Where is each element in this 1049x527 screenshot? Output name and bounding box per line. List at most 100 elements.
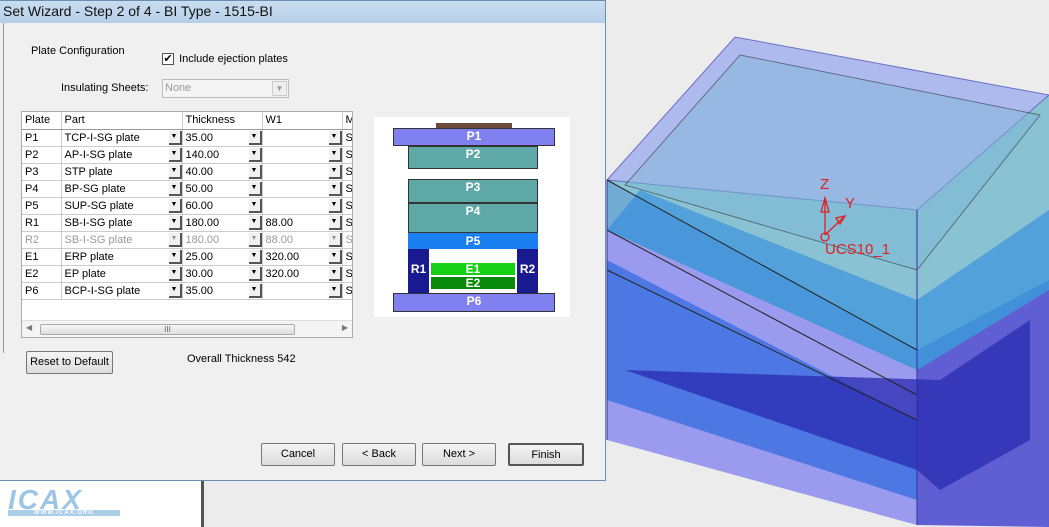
- thickness-cell[interactable]: 35.00 ▼: [182, 282, 263, 300]
- dropdown-arrow-icon[interactable]: ▼: [168, 147, 181, 162]
- dropdown-arrow-icon[interactable]: ▼: [168, 215, 181, 230]
- next-button[interactable]: Next >: [422, 443, 496, 466]
- m-cell[interactable]: S5: [342, 282, 352, 300]
- reset-to-default-button[interactable]: Reset to Default: [26, 351, 113, 374]
- m-cell[interactable]: S5: [342, 248, 352, 266]
- dropdown-arrow-icon[interactable]: ▼: [248, 266, 261, 281]
- thickness-cell[interactable]: 180.00 ▼: [182, 231, 263, 249]
- table-row[interactable]: E1 ERP plate ▼ 25.00 ▼ 320.00 ▼ S5: [22, 248, 352, 266]
- table-row[interactable]: P3 STP plate ▼ 40.00 ▼ ▼ S5: [22, 163, 352, 181]
- dropdown-arrow-icon[interactable]: ▼: [248, 130, 261, 145]
- dropdown-arrow-icon[interactable]: ▼: [168, 130, 181, 145]
- part-cell[interactable]: STP plate ▼: [61, 163, 183, 181]
- table-row[interactable]: R1 SB-I-SG plate ▼ 180.00 ▼ 88.00 ▼ S5: [22, 214, 352, 232]
- m-cell[interactable]: S5: [342, 163, 352, 181]
- w1-cell[interactable]: 88.00 ▼: [262, 231, 343, 249]
- table-row[interactable]: E2 EP plate ▼ 30.00 ▼ 320.00 ▼ S5: [22, 265, 352, 283]
- part-cell[interactable]: BP-SG plate ▼: [61, 180, 183, 198]
- w1-cell[interactable]: ▼: [262, 163, 343, 181]
- thickness-cell[interactable]: 25.00 ▼: [182, 248, 263, 266]
- part-cell[interactable]: SB-I-SG plate ▼: [61, 231, 183, 249]
- table-row[interactable]: P6 BCP-I-SG plate ▼ 35.00 ▼ ▼ S5: [22, 282, 352, 300]
- cancel-button[interactable]: Cancel: [261, 443, 335, 466]
- horizontal-scrollbar[interactable]: ◀ III ▶: [22, 320, 352, 337]
- dropdown-arrow-icon[interactable]: ▼: [248, 164, 261, 179]
- dropdown-arrow-icon[interactable]: ▼: [168, 232, 181, 247]
- dropdown-arrow-icon[interactable]: ▼: [328, 215, 341, 230]
- part-cell-value: AP-I-SG plate: [64, 148, 133, 161]
- dropdown-arrow-icon[interactable]: ▼: [248, 283, 261, 298]
- part-cell[interactable]: BCP-I-SG plate ▼: [61, 282, 183, 300]
- dropdown-arrow-icon[interactable]: ▼: [168, 181, 181, 196]
- thickness-cell[interactable]: 50.00 ▼: [182, 180, 263, 198]
- part-cell[interactable]: AP-I-SG plate ▼: [61, 146, 183, 164]
- part-cell[interactable]: SUP-SG plate ▼: [61, 197, 183, 215]
- include-ejection-checkbox[interactable]: ✔ Include ejection plates: [162, 53, 288, 66]
- dropdown-arrow-icon[interactable]: ▼: [248, 232, 261, 247]
- w1-cell[interactable]: ▼: [262, 180, 343, 198]
- dropdown-arrow-icon[interactable]: ▼: [248, 198, 261, 213]
- dropdown-arrow-icon[interactable]: ▼: [328, 130, 341, 145]
- m-cell[interactable]: S5: [342, 231, 352, 249]
- col-header-m[interactable]: M: [342, 112, 352, 130]
- w1-cell[interactable]: 320.00 ▼: [262, 248, 343, 266]
- m-cell[interactable]: S5: [342, 180, 352, 198]
- thickness-cell[interactable]: 180.00 ▼: [182, 214, 263, 232]
- col-header-part[interactable]: Part: [61, 112, 183, 130]
- thickness-cell-value: 60.00: [185, 199, 214, 212]
- dropdown-arrow-icon[interactable]: ▼: [168, 198, 181, 213]
- back-button[interactable]: < Back: [342, 443, 416, 466]
- thickness-cell[interactable]: 35.00 ▼: [182, 129, 263, 147]
- w1-cell[interactable]: ▼: [262, 282, 343, 300]
- dropdown-arrow-icon[interactable]: ▼: [328, 164, 341, 179]
- insulating-sheets-select[interactable]: None ▼: [162, 79, 289, 98]
- thickness-cell[interactable]: 40.00 ▼: [182, 163, 263, 181]
- dropdown-arrow-icon[interactable]: ▼: [248, 147, 261, 162]
- plate-cell: P2: [22, 146, 62, 164]
- thickness-cell[interactable]: 140.00 ▼: [182, 146, 263, 164]
- m-cell[interactable]: S5: [342, 146, 352, 164]
- dropdown-arrow-icon[interactable]: ▼: [328, 198, 341, 213]
- table-row[interactable]: P1 TCP-I-SG plate ▼ 35.00 ▼ ▼ S5: [22, 129, 352, 147]
- dropdown-arrow-icon[interactable]: ▼: [328, 181, 341, 196]
- part-cell[interactable]: SB-I-SG plate ▼: [61, 214, 183, 232]
- dropdown-arrow-icon[interactable]: ▼: [328, 249, 341, 264]
- w1-cell[interactable]: 320.00 ▼: [262, 265, 343, 283]
- table-row[interactable]: P2 AP-I-SG plate ▼ 140.00 ▼ ▼ S5: [22, 146, 352, 164]
- w1-cell[interactable]: ▼: [262, 146, 343, 164]
- dropdown-arrow-icon[interactable]: ▼: [168, 249, 181, 264]
- col-header-thickness[interactable]: Thickness: [182, 112, 263, 130]
- dropdown-arrow-icon[interactable]: ▼: [168, 266, 181, 281]
- dropdown-arrow-icon[interactable]: ▼: [248, 249, 261, 264]
- dropdown-arrow-icon[interactable]: ▼: [328, 283, 341, 298]
- thickness-cell[interactable]: 60.00 ▼: [182, 197, 263, 215]
- table-row[interactable]: P4 BP-SG plate ▼ 50.00 ▼ ▼ S5: [22, 180, 352, 198]
- col-header-plate[interactable]: Plate: [22, 112, 62, 130]
- part-cell[interactable]: EP plate ▼: [61, 265, 183, 283]
- dropdown-arrow-icon[interactable]: ▼: [328, 147, 341, 162]
- m-cell[interactable]: S5: [342, 129, 352, 147]
- dropdown-arrow-icon[interactable]: ▼: [328, 266, 341, 281]
- scroll-right-icon[interactable]: ▶: [342, 323, 348, 332]
- dropdown-arrow-icon[interactable]: ▼: [328, 232, 341, 247]
- table-row[interactable]: P5 SUP-SG plate ▼ 60.00 ▼ ▼ S5: [22, 197, 352, 215]
- table-row[interactable]: R2 SB-I-SG plate ▼ 180.00 ▼ 88.00 ▼ S5: [22, 231, 352, 249]
- dropdown-arrow-icon[interactable]: ▼: [248, 215, 261, 230]
- thickness-cell[interactable]: 30.00 ▼: [182, 265, 263, 283]
- col-header-w1[interactable]: W1: [262, 112, 343, 130]
- part-cell[interactable]: ERP plate ▼: [61, 248, 183, 266]
- scroll-left-icon[interactable]: ◀: [26, 323, 32, 332]
- finish-button[interactable]: Finish: [508, 443, 584, 466]
- w1-cell[interactable]: 88.00 ▼: [262, 214, 343, 232]
- dropdown-arrow-icon[interactable]: ▼: [248, 181, 261, 196]
- m-cell[interactable]: S5: [342, 214, 352, 232]
- w1-cell[interactable]: ▼: [262, 197, 343, 215]
- w1-cell[interactable]: ▼: [262, 129, 343, 147]
- m-cell[interactable]: S5: [342, 265, 352, 283]
- part-cell[interactable]: TCP-I-SG plate ▼: [61, 129, 183, 147]
- plate-cell-value: R1: [25, 216, 40, 229]
- dropdown-arrow-icon[interactable]: ▼: [168, 283, 181, 298]
- dropdown-arrow-icon[interactable]: ▼: [168, 164, 181, 179]
- scroll-thumb[interactable]: III: [40, 324, 295, 335]
- m-cell[interactable]: S5: [342, 197, 352, 215]
